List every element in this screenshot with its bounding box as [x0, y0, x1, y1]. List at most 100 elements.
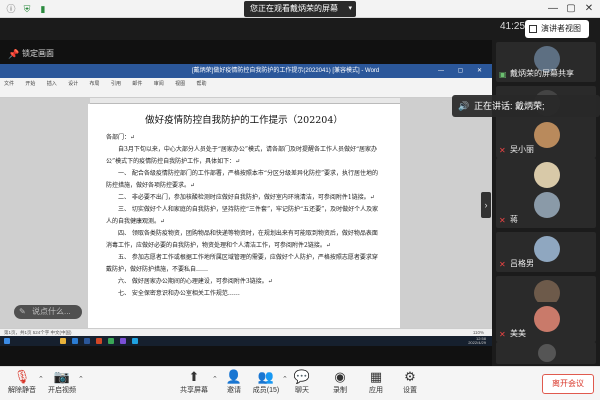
doc-paragraph: 各部门：↵ [106, 134, 136, 141]
participant-tile[interactable] [496, 342, 596, 364]
grid-icon [529, 25, 537, 33]
members-icon: 👥 [257, 369, 275, 384]
lock-view-button[interactable]: 📌 锁定画面 [8, 47, 54, 61]
collapse-panel-button[interactable]: › [481, 192, 491, 218]
avatar [534, 236, 560, 262]
signal-icon[interactable]: ▮ [38, 4, 48, 14]
taskbar-app-icon [84, 338, 90, 344]
mic-muted-icon: ✕ [499, 146, 506, 155]
avatar [534, 162, 560, 188]
speaker-view-label: 演讲者视图 [541, 24, 581, 33]
word-status-bar: 第1页，共1页 524个字 中文(中国) 110% [0, 328, 492, 336]
participant-tile[interactable]: ▣ 戴炳荣的屏幕共享 [496, 42, 596, 82]
word-window-controls: — ▢ ✕ [437, 68, 488, 74]
share-screen-label: 共享屏幕 [180, 387, 208, 394]
taskbar-app-icon [108, 338, 114, 344]
minimize-button[interactable]: — [546, 2, 560, 16]
doc-paragraph: 三、 切实做好个人和家庭的自我防护，坚持防控“三件套”，牢记防护“五还要”，及时… [106, 206, 379, 225]
close-button[interactable]: ✕ [582, 2, 596, 16]
camera-off-icon: 📷 [53, 369, 71, 384]
taskbar-clock: 12:58 2022/4/29 [468, 337, 486, 345]
lock-view-label: 锁定画面 [22, 49, 54, 58]
avatar [534, 306, 560, 332]
talking-label: 正在讲话: 戴炳荣; [474, 101, 545, 111]
chat-placeholder: 说点什么... [32, 307, 71, 316]
taskbar-app-icon [132, 338, 138, 344]
unmute-label: 解除静音 [8, 387, 36, 394]
leave-meeting-button[interactable]: 离开会议 [542, 374, 594, 394]
chevron-down-icon: ▾ [348, 5, 352, 12]
mic-muted-icon: ✕ [499, 260, 506, 269]
chat-bubble-icon: ✎ [19, 307, 26, 316]
avatar [534, 192, 560, 218]
chat-icon: 💬 [293, 369, 311, 384]
participant-panel: ▣ 戴炳荣的屏幕共享 ✕ 吴小丽 ✕ 蒋 ✕ 吕格男 ✕ 美美 [492, 40, 600, 366]
shield-icon[interactable]: ⛨ [22, 4, 32, 14]
unmute-button[interactable]: 🎙 解除静音 [2, 369, 42, 399]
maximize-button[interactable]: ▢ [564, 2, 578, 16]
doc-paragraph: 五、 参加志愿者工作或根据工作地所属区域管理的需要，应做好个人防护，严格按照志愿… [106, 254, 378, 273]
chat-button[interactable]: 💬 聊天 [282, 369, 322, 399]
word-ribbon: 文件 开始 插入 设计 布局 引用 邮件 审阅 视图 帮助 [0, 78, 492, 98]
record-button[interactable]: ◉ 录制 [320, 369, 360, 399]
meeting-info-bar: 41:25 演讲者视图 [0, 18, 600, 40]
doc-paragraph: 四、 领取各类防疫物资，团购物品和快递等物资时，在规划出来有可能取到物资后，做好… [106, 230, 378, 249]
doc-paragraph: 一、 配合各级疫情防控部门的工作部署，严格按照本市“分区分级差异化防控”要求，执… [106, 170, 379, 189]
mic-muted-icon: ✕ [499, 216, 506, 225]
mic-muted-icon: ✕ [499, 330, 506, 339]
participant-tile[interactable]: ✕ 蒋 [496, 188, 596, 228]
ribbon-tabs: 文件 开始 插入 设计 布局 引用 邮件 审阅 视图 帮助 [4, 81, 207, 87]
share-screen-icon: ⬆ [188, 369, 200, 384]
doc-paragraph: 七、 安全保密意识和办公室相关工作规范…… [118, 290, 240, 297]
clock-date: 2022/4/29 [468, 340, 486, 345]
taskbar-app-icon [120, 338, 126, 344]
mic-off-icon: 🎙 [13, 369, 31, 384]
taskbar-app-icon [60, 338, 66, 344]
participant-name: 吴小丽 [510, 145, 534, 154]
share-status-text: 您正在观看戴炳荣的屏幕 [250, 4, 338, 13]
gear-icon: ⚙ [404, 369, 416, 384]
taskbar-app-icon [72, 338, 78, 344]
doc-paragraph: 六、 做好居家办公期间的心理建设，可参阅附件3链接。↵ [118, 278, 273, 285]
participant-name: 美美 [510, 329, 526, 338]
participant-tile[interactable]: ✕ 吴小丽 [496, 118, 596, 158]
settings-label: 设置 [403, 387, 417, 394]
windows-start-icon [4, 338, 10, 344]
screen-share-icon: ▣ [499, 70, 507, 79]
chat-quick-input[interactable]: ✎ 说点什么... [14, 305, 82, 319]
participant-name: 戴炳荣的屏幕共享 [510, 69, 574, 78]
taskbar-app-icon [96, 338, 102, 344]
participant-name: 蒋 [510, 215, 518, 224]
word-page: 做好疫情防控自我防护的工作提示（202204） 各部门：↵ 自3月下旬以来，中心… [88, 104, 400, 336]
pin-icon: 📌 [8, 49, 20, 59]
speaker-icon: 🔊 [458, 101, 470, 111]
avatar [534, 122, 560, 148]
word-doc-title: [戴炳荣]做好疫情防控自我防护的工作提示(2022041) [兼容模式] - W… [192, 68, 380, 74]
settings-button[interactable]: ⚙ 设置 [390, 369, 430, 399]
meeting-toolbar: 🎙 解除静音 ⌃ 📷 开启视频 ⌃ ⬆ 共享屏幕 ⌃ 👤 邀请 👥 成员(15)… [0, 366, 600, 400]
top-bar: ⓘ ⛨ ▮ 您正在观看戴炳荣的屏幕 ▾ — ▢ ✕ [0, 0, 600, 18]
members-label: 成员(15) [252, 387, 280, 394]
participant-tile[interactable]: ✕ 美美 [496, 302, 596, 342]
meeting-timer: 41:25 [500, 21, 526, 32]
doc-paragraph: 二、 非必要不出门，参加核酸检测时应做好自我防护，做好室内环境清洁，可参阅附件1… [118, 194, 375, 201]
record-icon: ◉ [334, 369, 346, 384]
document-title: 做好疫情防控自我防护的工作提示（202204） [145, 115, 343, 126]
shared-screen: [戴炳荣]做好疫情防控自我防护的工作提示(2022041) [兼容模式] - W… [0, 64, 492, 346]
participant-name: 吕格男 [510, 259, 534, 268]
windows-taskbar: 12:58 2022/4/29 [0, 336, 492, 346]
record-label: 录制 [333, 387, 347, 394]
start-video-button[interactable]: 📷 开启视频 [42, 369, 82, 399]
start-video-label: 开启视频 [48, 387, 76, 394]
info-icon[interactable]: ⓘ [6, 4, 16, 14]
chat-label: 聊天 [295, 387, 309, 394]
participant-tile[interactable]: ✕ 吕格男 [496, 232, 596, 272]
chevron-up-icon[interactable]: ⌃ [78, 375, 84, 383]
speaker-view-button[interactable]: 演讲者视图 [525, 20, 589, 38]
members-button[interactable]: 👥 成员(15) [246, 369, 286, 399]
share-screen-button[interactable]: ⬆ 共享屏幕 [174, 369, 214, 399]
word-status-text: 第1页，共1页 524个字 中文(中国) [4, 330, 72, 335]
doc-paragraph: 自3月下旬以来，中心大部分人员处于“居家办公”模式，请各部门及时提醒各工作人员做… [106, 146, 378, 165]
share-status-pill[interactable]: 您正在观看戴炳荣的屏幕 ▾ [244, 1, 356, 17]
talking-indicator: 🔊 正在讲话: 戴炳荣; [452, 95, 600, 117]
